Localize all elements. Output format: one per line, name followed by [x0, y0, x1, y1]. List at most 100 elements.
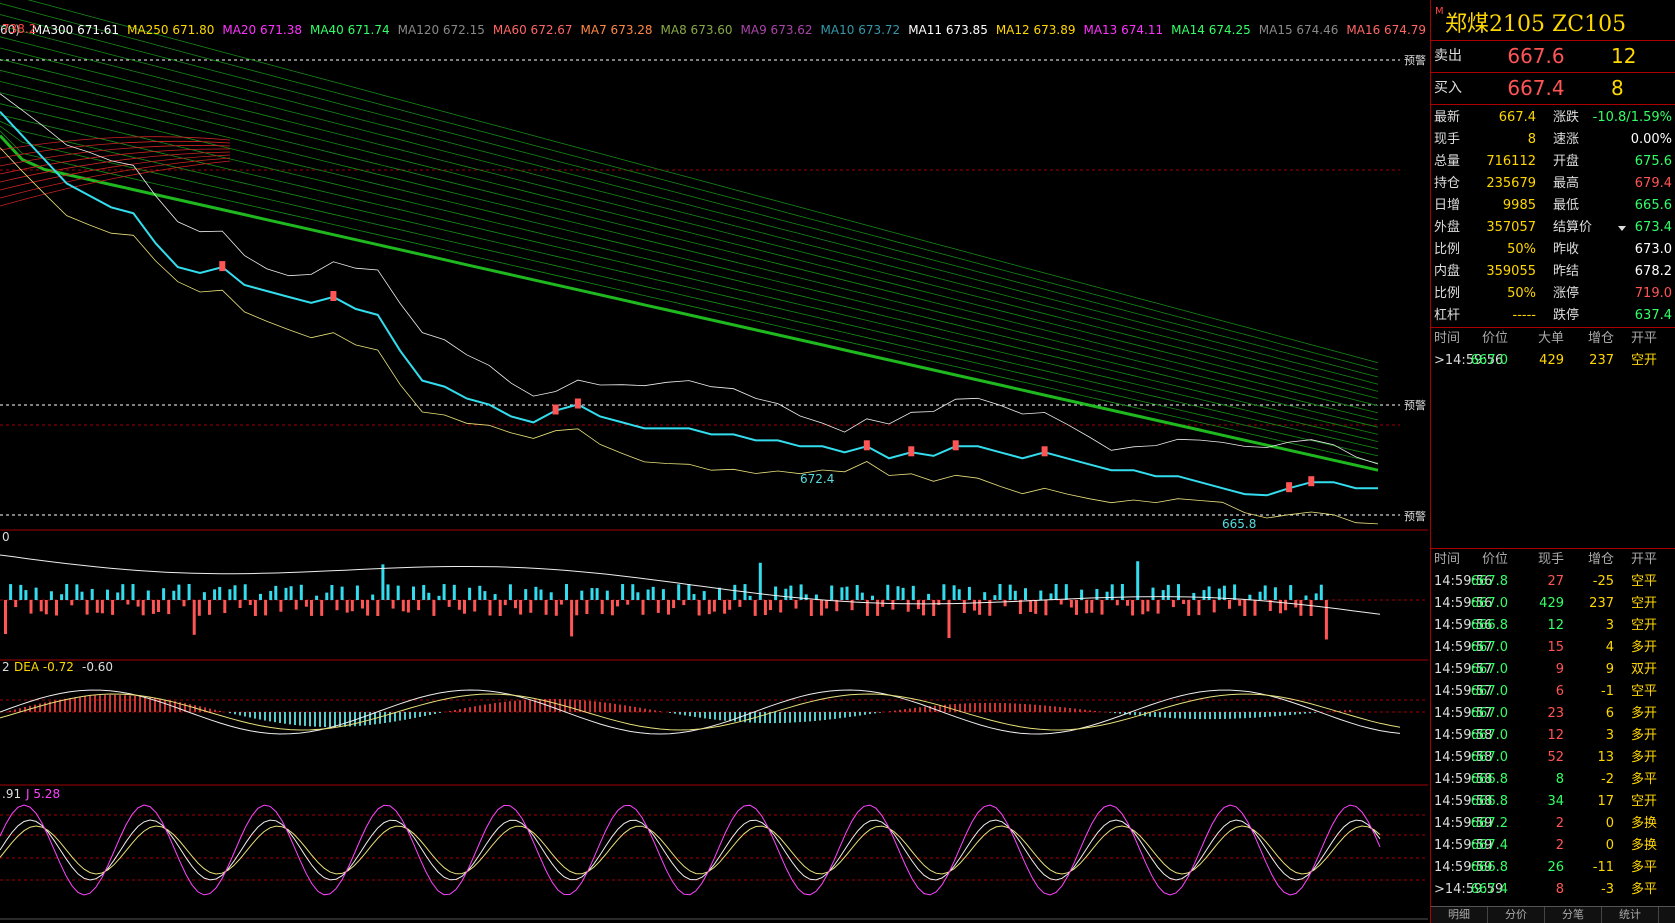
tick-list[interactable]: 14:59:56 667.8 27 -25 空平 14:59:56 667.0 429 237 空… — [1431, 571, 1675, 901]
volume-bar — [401, 600, 405, 612]
stat-value: 50% — [1507, 286, 1536, 301]
tick-type: 空开 — [1631, 353, 1658, 368]
up-candle — [330, 291, 337, 301]
macd-bar — [69, 698, 71, 712]
contract-title[interactable]: 郑煤2105 ZC105 — [1445, 6, 1626, 38]
volume-bar — [498, 600, 502, 616]
tick-row[interactable]: 14:59:59 667.4 2 0 多换 — [1431, 835, 1675, 857]
volume-bar — [1126, 600, 1129, 606]
macd-bar — [254, 712, 256, 719]
macd-bar — [644, 708, 646, 712]
low-label-2: 665.8 — [1222, 517, 1257, 531]
ma-line — [0, 58, 1379, 407]
alert-tag-mid[interactable]: 预警 — [1402, 397, 1428, 413]
tick-row[interactable]: 14:59:58 666.8 34 17 空开 — [1431, 791, 1675, 813]
macd-bar — [134, 695, 136, 712]
stat-label: 总量 — [1434, 154, 1461, 169]
tick-oi: -1 — [1601, 684, 1614, 699]
macd-bar — [569, 699, 571, 712]
big-order-list[interactable]: >14:59:56 667.0 429 237 空开 — [1431, 350, 1675, 372]
tick-volume: 27 — [1547, 574, 1564, 589]
macd-bar — [94, 695, 96, 713]
stat-value: 665.6 — [1634, 198, 1672, 213]
volume-bar — [860, 592, 864, 601]
volume-bar — [1003, 600, 1007, 607]
big-order-empty-space — [1431, 372, 1675, 548]
bottom-tab[interactable]: 分价 — [1488, 907, 1545, 923]
dropdown-caret-icon[interactable] — [1618, 226, 1626, 231]
macd-bar — [229, 712, 231, 714]
bottom-tab[interactable]: 统计 — [1602, 907, 1659, 923]
buy-row[interactable]: 买入 667.4 8 — [1431, 73, 1675, 104]
macd-bar — [149, 697, 151, 712]
bottom-tab[interactable]: 分笔 — [1545, 907, 1602, 923]
tick-oi: 4 — [1605, 640, 1614, 655]
tick-row[interactable]: >14:59:56 667.0 429 237 空开 — [1431, 350, 1675, 372]
tick-row[interactable]: 14:59:59 667.2 2 0 多换 — [1431, 813, 1675, 835]
tick-row[interactable]: 14:59:57 667.0 15 4 多开 — [1431, 637, 1675, 659]
macd-bar — [459, 709, 461, 713]
bottom-tab[interactable]: 明细 — [1431, 907, 1488, 923]
stat-label: 外盘 — [1434, 220, 1461, 235]
stat-value: 359055 — [1486, 264, 1536, 279]
volume-bar — [49, 591, 53, 601]
ma-line — [0, 47, 1379, 399]
alert-tag-bottom[interactable]: 预警 — [1402, 508, 1428, 524]
volume-bar — [294, 600, 298, 610]
buy-price: 667.4 — [1507, 76, 1565, 100]
volume-bar — [1044, 600, 1048, 616]
volume-bar — [172, 590, 176, 600]
volume-bar — [24, 590, 28, 600]
volume-bar — [335, 600, 339, 611]
tick-volume: 12 — [1547, 618, 1564, 633]
tick-row[interactable]: 14:59:58 666.8 8 -2 多平 — [1431, 769, 1675, 791]
sell-row[interactable]: 卖出 667.6 12 — [1431, 41, 1675, 72]
tick-row[interactable]: >14:59:59 667.4 8 -3 多平 — [1431, 879, 1675, 901]
tick-row[interactable]: 14:59:56 667.8 27 -25 空平 — [1431, 571, 1675, 593]
ma-legend-item: MA13 674.11 — [1083, 23, 1164, 37]
tick-row[interactable]: 14:59:58 667.0 12 3 多开 — [1431, 725, 1675, 747]
tick-oi: 17 — [1597, 794, 1614, 809]
ma-legend-item: MA300 671.61 — [31, 23, 120, 37]
volume-bar — [34, 587, 38, 601]
volume-bar — [901, 587, 905, 601]
volume-label: 0 — [2, 530, 10, 544]
tick-row[interactable]: 14:59:56 667.0 429 237 空开 — [1431, 593, 1675, 615]
volume-bar — [978, 600, 982, 615]
macd-bar — [499, 702, 501, 712]
macd-bar — [684, 712, 686, 716]
tick-type: 多换 — [1631, 838, 1658, 853]
volume-bar — [1141, 600, 1145, 615]
stat-label[interactable]: 结算价 — [1553, 217, 1592, 239]
tick-row[interactable]: 14:59:57 667.0 6 -1 空平 — [1431, 681, 1675, 703]
chart-area[interactable]: 60) MA300 671.61 MA250 671.80 MA20 671.38 M… — [0, 0, 1428, 923]
macd-bar — [1114, 712, 1116, 714]
tick-row[interactable]: 14:59:57 667.0 9 9 双开 — [1431, 659, 1675, 681]
tick-type: 多平 — [1631, 772, 1658, 787]
volume-bar — [677, 584, 681, 600]
up-candle — [574, 398, 581, 409]
macd-bar — [469, 707, 471, 713]
tick-price: 667.0 — [1470, 640, 1508, 655]
alert-tag-top[interactable]: 预警 — [1402, 52, 1428, 68]
tick-row[interactable]: 14:59:58 667.0 52 13 多开 — [1431, 747, 1675, 769]
tick-volume: 9 — [1555, 662, 1564, 677]
macd-bar — [609, 703, 611, 712]
volume-bar — [218, 586, 222, 601]
volume-bar — [131, 584, 135, 601]
ma-line — [0, 81, 1379, 421]
macd-bar — [539, 699, 541, 713]
tick-row[interactable]: 14:59:59 666.8 26 -11 多平 — [1431, 857, 1675, 879]
macd-bar — [1169, 712, 1171, 718]
macd-bar — [824, 712, 826, 720]
macd-bar — [489, 703, 491, 712]
macd-bar — [529, 699, 531, 713]
chart-svg[interactable] — [0, 0, 1428, 923]
macd-label-c: -0.60 — [82, 660, 114, 674]
volume-bar — [891, 600, 895, 610]
tick-row[interactable]: 14:59:57 667.0 23 6 多开 — [1431, 703, 1675, 725]
stat-row: 现手 8 速涨 0.00% — [1431, 129, 1675, 151]
tick-oi: 237 — [1589, 596, 1614, 611]
tick-row[interactable]: 14:59:56 666.8 12 3 空开 — [1431, 615, 1675, 637]
macd-bar — [249, 712, 251, 718]
